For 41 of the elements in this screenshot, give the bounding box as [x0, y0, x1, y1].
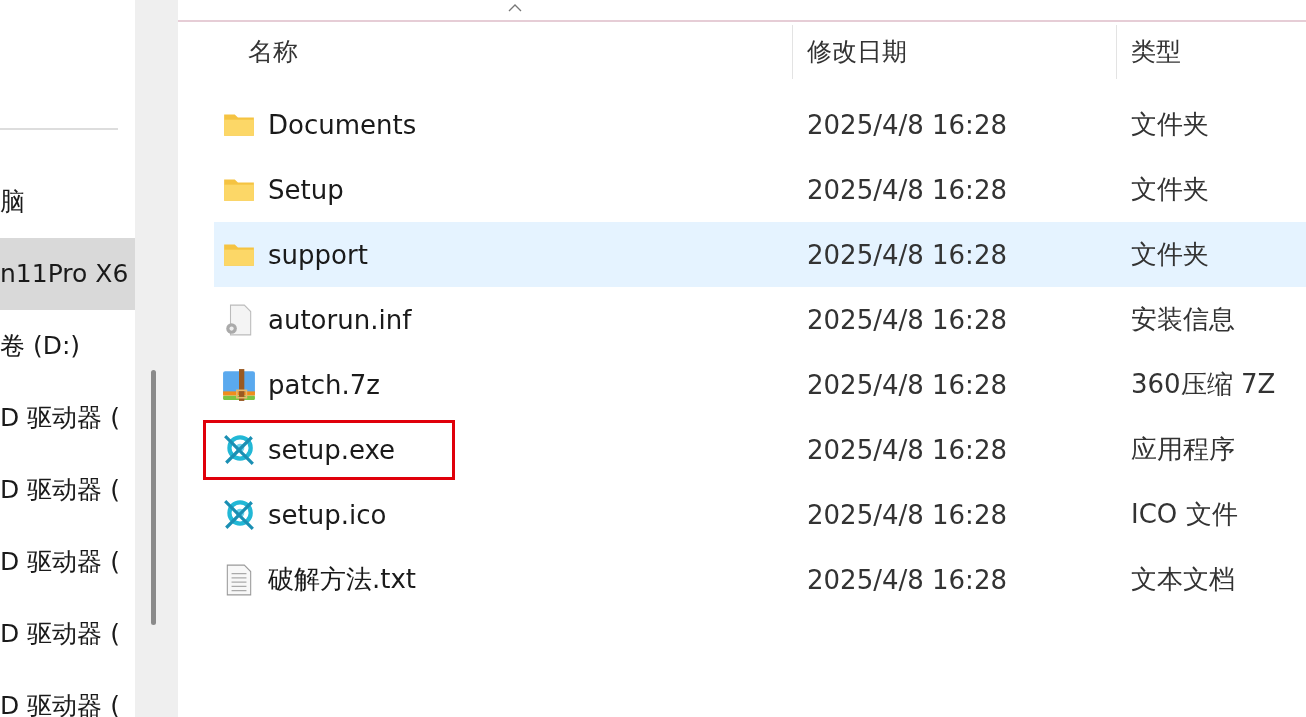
sidebar-item[interactable]: D 驱动器 ( [0, 526, 135, 598]
sidebar-item[interactable]: 脑 [0, 166, 135, 238]
file-row[interactable]: support 2025/4/8 16:28 文件夹 [214, 222, 1306, 287]
column-header[interactable]: 修改日期 [793, 25, 1117, 79]
app-icon [222, 432, 256, 467]
file-type: 文本文档 [1130, 563, 1235, 596]
modified-date: 2025/4/8 16:28 [806, 174, 1008, 205]
column-header[interactable]: 类型 [1117, 25, 1181, 79]
sort-icon [508, 4, 522, 12]
sidebar-item[interactable]: n11Pro X6 [0, 238, 135, 310]
modified-date: 2025/4/8 16:28 [806, 369, 1008, 400]
sidebar-item[interactable]: 卷 (D:) [0, 310, 135, 382]
file-type: 文件夹 [1130, 238, 1209, 271]
file-type: 文件夹 [1130, 173, 1209, 206]
file-type: 安装信息 [1130, 303, 1235, 336]
modified-date: 2025/4/8 16:28 [806, 239, 1008, 270]
file-type: 360压缩 7Z [1130, 368, 1276, 401]
file-name: Setup [268, 174, 344, 205]
sidebar-item[interactable]: D 驱动器 ( [0, 670, 135, 717]
modified-date: 2025/4/8 16:28 [806, 564, 1008, 595]
modified-date: 2025/4/8 16:28 [806, 304, 1008, 335]
sidebar-item[interactable]: D 驱动器 ( [0, 598, 135, 670]
modified-date: 2025/4/8 16:28 [806, 109, 1008, 140]
app-icon [222, 497, 256, 532]
sidebar-item[interactable]: D 驱动器 ( [0, 382, 135, 454]
column-header[interactable]: 名称 [214, 25, 793, 79]
file-name: Documents [268, 109, 417, 140]
scrollbar-thumb[interactable] [151, 370, 156, 625]
file-name: setup.exe [268, 434, 396, 465]
file-name: 破解方法.txt [268, 563, 417, 596]
file-type: 应用程序 [1130, 433, 1235, 466]
file-type: ICO 文件 [1130, 498, 1238, 531]
file-name: setup.ico [268, 499, 387, 530]
file-type: 文件夹 [1130, 108, 1209, 141]
archive-icon [222, 367, 256, 402]
modified-date: 2025/4/8 16:28 [806, 499, 1008, 530]
file-name: patch.7z [268, 369, 380, 400]
modified-date: 2025/4/8 16:28 [806, 434, 1008, 465]
sidebar-item[interactable]: D 驱动器 ( [0, 454, 135, 526]
file-name: autorun.inf [268, 304, 412, 335]
file-name: support [268, 239, 368, 270]
